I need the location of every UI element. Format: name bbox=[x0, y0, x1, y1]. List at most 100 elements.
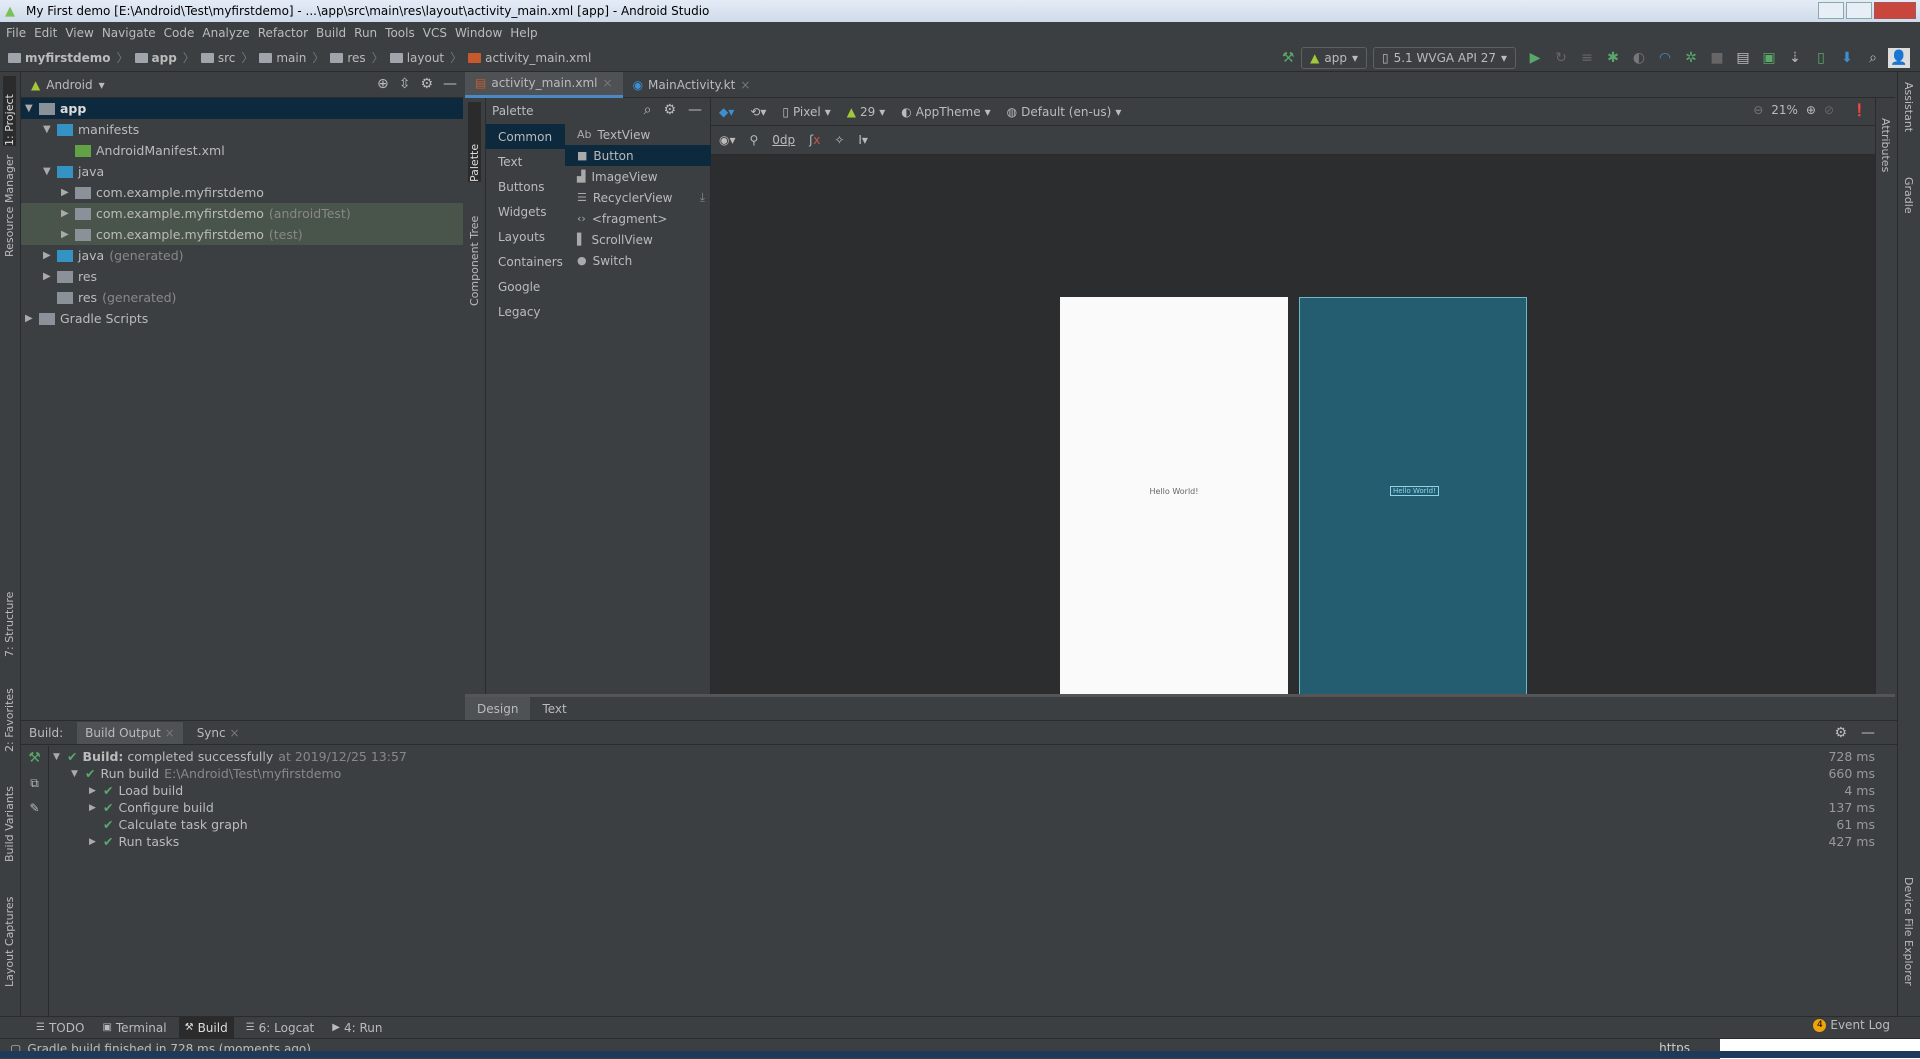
tool-window-build-variants[interactable]: Build Variants bbox=[3, 777, 16, 862]
menu-analyze[interactable]: Analyze bbox=[202, 26, 249, 40]
profile-icon[interactable]: ◠ bbox=[1654, 48, 1676, 68]
chevron-right-icon[interactable]: ▶ bbox=[43, 250, 57, 261]
apply-code-changes-icon[interactable]: ≡ bbox=[1576, 48, 1598, 68]
tool-tab-terminal[interactable]: ▣ Terminal bbox=[96, 1017, 172, 1038]
tree-item[interactable]: ▶ Gradle Scripts bbox=[21, 308, 463, 329]
toggle-view-icon[interactable]: ⧉ bbox=[21, 776, 48, 791]
tree-item[interactable]: ▶ res bbox=[21, 266, 463, 287]
collapse-all-icon[interactable]: ⇳ bbox=[399, 76, 411, 92]
hide-icon[interactable]: — bbox=[688, 102, 702, 118]
close-icon[interactable]: × bbox=[740, 78, 750, 92]
palette-category[interactable]: Legacy bbox=[486, 299, 565, 324]
palette-item[interactable]: Ab TextView bbox=[565, 124, 711, 145]
chevron-down-icon[interactable]: ▼ bbox=[43, 166, 57, 177]
search-icon[interactable]: ⌕ bbox=[644, 102, 652, 118]
chevron-down-icon[interactable]: ▼ bbox=[43, 124, 57, 135]
hide-icon[interactable]: — bbox=[443, 76, 457, 92]
chevron-right-icon[interactable]: ▶ bbox=[25, 313, 39, 324]
chevron-right-icon[interactable]: ▶ bbox=[61, 208, 75, 219]
device-select[interactable]: ▯ 5.1 WVGA API 27 ▾ bbox=[1372, 47, 1516, 69]
device-select[interactable]: ▯ Pixel ▾ bbox=[782, 105, 830, 119]
tab-palette[interactable]: Palette bbox=[468, 102, 481, 182]
minimize-button[interactable] bbox=[1818, 2, 1844, 19]
palette-item[interactable]: ‹› <fragment> bbox=[565, 208, 711, 229]
breadcrumb-item[interactable]: res bbox=[347, 51, 365, 65]
tree-item[interactable]: ▶ com.example.myfirstdemo (test) bbox=[21, 224, 463, 245]
menu-code[interactable]: Code bbox=[164, 26, 195, 40]
avd-manager-icon[interactable]: ▯ bbox=[1810, 48, 1832, 68]
tab-attributes[interactable]: Attributes bbox=[1879, 118, 1892, 172]
stop-icon[interactable]: ■ bbox=[1706, 48, 1728, 68]
event-log-button[interactable]: 4 Event Log bbox=[1813, 1018, 1890, 1032]
design-preview[interactable]: Hello World! bbox=[1060, 297, 1288, 701]
tree-item[interactable]: AndroidManifest.xml bbox=[21, 140, 463, 161]
palette-category[interactable]: Buttons bbox=[486, 174, 565, 199]
tool-tab-todo[interactable]: ☰ TODO bbox=[30, 1017, 90, 1038]
tool-tab-run[interactable]: ▶ 4: Run bbox=[326, 1017, 388, 1038]
sdk-manager-icon[interactable]: ⬇ bbox=[1836, 48, 1858, 68]
tool-window-structure[interactable]: 7: Structure bbox=[3, 577, 16, 657]
menu-refactor[interactable]: Refactor bbox=[258, 26, 308, 40]
palette-item[interactable]: ● Switch bbox=[565, 250, 711, 271]
breadcrumb-item[interactable]: layout bbox=[407, 51, 444, 65]
default-margin[interactable]: 0dp bbox=[772, 133, 795, 147]
tree-item[interactable]: ▼ manifests bbox=[21, 119, 463, 140]
hello-world-blueprint[interactable]: Hello World! bbox=[1390, 486, 1439, 496]
guidelines-icon[interactable]: I▾ bbox=[858, 133, 868, 147]
blueprint-preview[interactable]: Hello World! bbox=[1299, 297, 1527, 701]
chevron-right-icon[interactable]: ▶ bbox=[89, 837, 103, 847]
locale-select[interactable]: ◍ Default (en-us) ▾ bbox=[1007, 105, 1122, 119]
tab-text[interactable]: Text bbox=[530, 697, 578, 720]
menu-window[interactable]: Window bbox=[455, 26, 502, 40]
tool-window-layout-captures[interactable]: Layout Captures bbox=[3, 887, 16, 987]
palette-category[interactable]: Google bbox=[486, 274, 565, 299]
palette-item[interactable]: ■ Button bbox=[565, 145, 711, 166]
tool-window-project[interactable]: 1: Project bbox=[3, 76, 16, 146]
orientation-icon[interactable]: ⟲▾ bbox=[750, 105, 766, 119]
palette-item[interactable]: ▟ ImageView bbox=[565, 166, 711, 187]
apply-changes-icon[interactable]: ↻ bbox=[1550, 48, 1572, 68]
tool-window-device-file-explorer[interactable]: Device File Explorer bbox=[1902, 877, 1915, 986]
palette-item[interactable]: ☰ RecyclerView ⤓ bbox=[565, 187, 711, 208]
breadcrumb-item[interactable]: activity_main.xml bbox=[485, 51, 591, 65]
zoom-out-icon[interactable]: ⊖ bbox=[1753, 103, 1763, 117]
menu-edit[interactable]: Edit bbox=[34, 26, 57, 40]
menu-view[interactable]: View bbox=[65, 26, 93, 40]
tree-item[interactable]: ▼ java bbox=[21, 161, 463, 182]
menu-vcs[interactable]: VCS bbox=[423, 26, 447, 40]
chevron-right-icon[interactable]: ▶ bbox=[89, 786, 103, 796]
palette-category[interactable]: Text bbox=[486, 149, 565, 174]
avatar[interactable]: 👤 bbox=[1888, 48, 1910, 68]
tool-window-resource-manager[interactable]: Resource Manager bbox=[3, 155, 16, 257]
chevron-down-icon[interactable]: ▾ bbox=[99, 78, 105, 92]
make-project-icon[interactable]: ⚒ bbox=[1277, 48, 1299, 68]
close-icon[interactable]: × bbox=[229, 726, 239, 740]
debug-icon[interactable]: ✱ bbox=[1602, 48, 1624, 68]
editor-tab[interactable]: ▤ activity_main.xml × bbox=[465, 71, 623, 98]
hammer-icon[interactable]: ⚒ bbox=[21, 750, 48, 766]
autoconnect-icon[interactable]: ⚲ bbox=[750, 133, 759, 147]
palette-category[interactable]: Containers bbox=[486, 249, 565, 274]
close-button[interactable] bbox=[1874, 2, 1916, 19]
design-canvas[interactable]: Hello World! Hello World! ⟋ bbox=[711, 155, 1875, 717]
download-icon[interactable]: ⤓ bbox=[700, 190, 705, 205]
tool-tab-logcat[interactable]: ☰ 6: Logcat bbox=[240, 1017, 321, 1038]
project-view-select[interactable]: Android bbox=[46, 78, 92, 92]
chevron-down-icon[interactable]: ▼ bbox=[71, 769, 85, 779]
zoom-in-icon[interactable]: ⊕ bbox=[1806, 103, 1816, 117]
menu-tools[interactable]: Tools bbox=[385, 26, 415, 40]
hide-icon[interactable]: — bbox=[1861, 725, 1875, 741]
attach-debugger-icon[interactable]: ✲ bbox=[1680, 48, 1702, 68]
api-select[interactable]: ▲ 29 ▾ bbox=[847, 105, 886, 119]
palette-category[interactable]: Common bbox=[486, 124, 565, 149]
run-icon[interactable]: ▶ bbox=[1524, 48, 1546, 68]
breadcrumb-item[interactable]: main bbox=[276, 51, 306, 65]
gear-icon[interactable]: ⚙ bbox=[420, 76, 433, 92]
editor-tab[interactable]: ◉ MainActivity.kt × bbox=[623, 72, 761, 98]
chevron-right-icon[interactable]: ▶ bbox=[61, 187, 75, 198]
zoom-fit-icon[interactable]: ⊘ bbox=[1824, 103, 1834, 117]
view-options-icon[interactable]: ◉▾ bbox=[719, 133, 736, 147]
build-row[interactable]: ✔ Calculate task graph 61 ms bbox=[49, 816, 1897, 833]
gear-icon[interactable]: ⚙ bbox=[1834, 725, 1847, 741]
layout-preview-icon[interactable]: ▣ bbox=[1758, 48, 1780, 68]
